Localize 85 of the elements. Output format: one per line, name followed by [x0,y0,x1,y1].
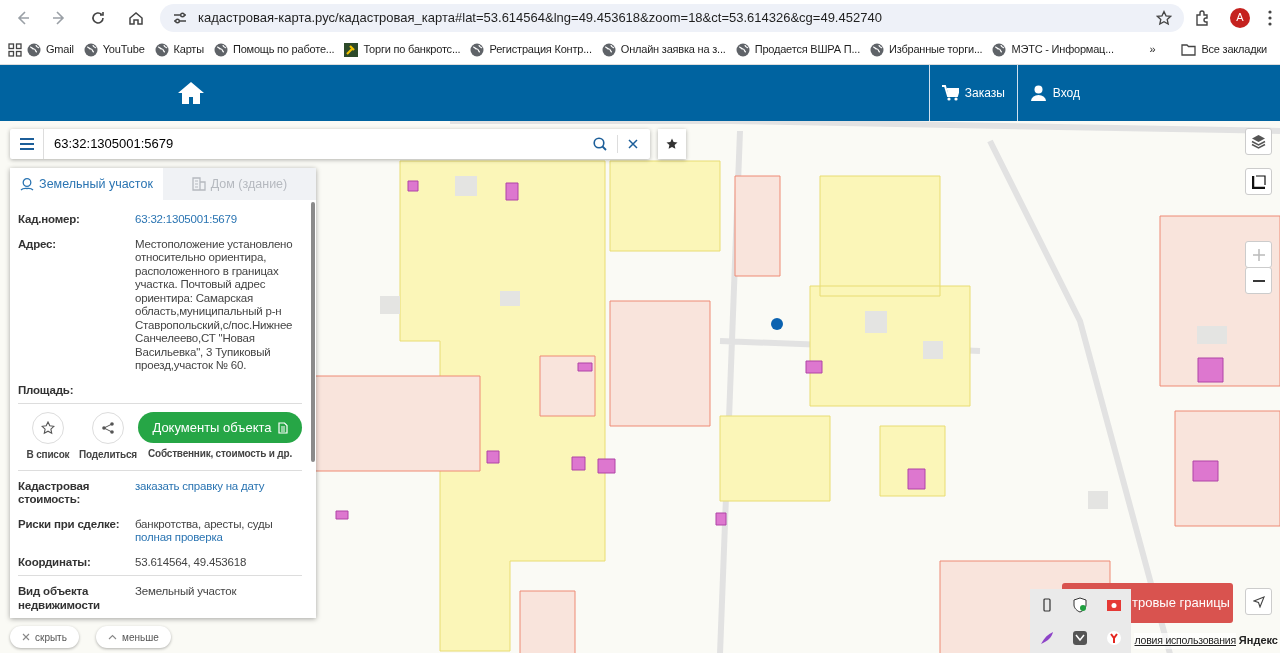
tab[interactable]: Земельный участок [10,168,163,200]
field-label: Координаты: [18,555,92,569]
browser-icon[interactable] [1106,629,1123,646]
scrollbar[interactable] [311,202,315,462]
bookmark[interactable]: МЭТС - Информац... [987,39,1119,60]
building-icon [191,177,206,191]
bookmark[interactable]: Gmail [22,39,79,60]
search-bar[interactable]: 63:32:1305001:5679 [10,129,650,159]
globe-icon [27,42,41,57]
bookmark[interactable]: Онлайн заявка на з... [596,39,731,60]
collapse-button[interactable]: меньше [96,626,171,648]
address-bar[interactable]: кадастровая-карта.рус/кадастровая_карта#lat=53.614564&lng=49.453618&zoom=18&ct=53.614326&cg=49.452740 [160,3,1184,32]
report-link[interactable]: заказать справку на дату [135,479,302,493]
report-link[interactable]: полная проверка [135,531,302,545]
field-value: 53.614564, 49.453618 [135,555,248,569]
all-bookmarks[interactable]: Все закладки [1176,39,1272,60]
cart-icon [941,85,959,101]
globe-icon [470,42,485,57]
chevron-up-icon [108,634,117,640]
user-icon [1029,85,1047,101]
minus-icon [1252,279,1265,282]
document-icon [277,421,288,434]
layers-button[interactable] [1245,128,1272,155]
plus-icon [1252,248,1265,261]
menu-icon[interactable] [19,138,34,150]
bookmark[interactable]: Торги по банкротс... [339,39,466,60]
globe-icon [154,42,169,57]
locate-button[interactable] [1245,588,1272,615]
field-value: Земельный участок [135,585,238,599]
search-icon[interactable] [593,137,607,151]
share-icon [101,421,115,435]
bookmark[interactable]: YouTube [78,39,150,60]
terms-link[interactable]: ловия использования [1134,633,1236,649]
field-label: Площадь: [18,383,75,397]
bookmark[interactable]: Регистрация Контр... [465,39,597,60]
map-pin-icon [20,177,35,191]
field-label: Адрес: [18,237,57,252]
favorite-button[interactable] [658,129,686,159]
bookmark[interactable]: Продается ВШРА П... [730,39,865,60]
field-value: Местоположение установлено относительно ориентира, расположенного в границах участка. Почтовый адрес ориентира: Самарская область,муниципальный р-н Ставропольский,с/пос.Нижнее Санчелеево,СТ "Новая Васильевка", 3 Тупиковый проезд,участок № 60. [135,237,294,373]
globe-icon [992,42,1007,57]
close-icon [22,633,30,641]
folder-icon [1181,43,1197,56]
globe-icon [213,42,228,57]
globe-icon [870,42,884,57]
menu-dots-icon[interactable] [1268,9,1272,26]
app-icon[interactable] [1072,629,1089,646]
field-label: Кад.номер: [18,213,81,227]
star-icon [666,138,678,150]
field-label: Кадастровая стоимость: [18,479,91,507]
feather-icon[interactable] [1038,629,1055,646]
zoom-out-button[interactable] [1245,267,1272,294]
location-arrow-icon [1252,595,1265,608]
star-icon [41,421,55,435]
bookmark[interactable]: Избранные торги... [865,39,988,60]
action-caption: В список [26,448,70,462]
shield-icon[interactable] [1072,597,1089,614]
measure-button[interactable] [1245,168,1272,195]
hide-button[interactable]: скрыть [10,626,79,648]
layers-icon [1251,134,1266,149]
search-input[interactable]: 63:32:1305001:5679 [44,134,593,154]
profile-avatar[interactable]: A [1230,7,1250,28]
bookmark-star-icon[interactable] [1156,9,1172,26]
field-label: Вид объекта недвижимости [18,585,101,612]
hammer-icon [344,42,359,57]
brand-logo: Яндекс [1238,633,1278,648]
documents-caption: Собственник, стоимость и др. [148,447,292,461]
more-bookmarks[interactable]: » [1144,39,1161,60]
ruler-icon [1251,174,1266,189]
field-value: банкротства, аресты, суды [135,517,274,531]
apps-grid-icon[interactable] [8,42,22,57]
home-icon[interactable] [177,81,205,105]
value-link[interactable]: 63:32:1305001:5679 [135,213,237,225]
globe-icon [735,42,750,57]
action-caption: Поделиться [79,448,137,462]
share-button[interactable] [92,412,124,444]
add-to-list-button[interactable] [32,412,64,444]
bookmark[interactable]: Карты [149,39,209,60]
globe-icon [601,42,616,57]
close-icon[interactable] [628,139,638,149]
url-text: кадастровая-карта.рус/кадастровая_карта#lat=53.614564&lng=49.453618&zoom=18&ct=53.614326&cg=49.452740 [198,8,883,27]
app-icon[interactable] [1106,597,1123,614]
globe-icon [83,42,98,57]
field-label: Риски при сделке: [18,517,121,532]
bookmark[interactable]: Помощь по работе... [208,39,340,60]
